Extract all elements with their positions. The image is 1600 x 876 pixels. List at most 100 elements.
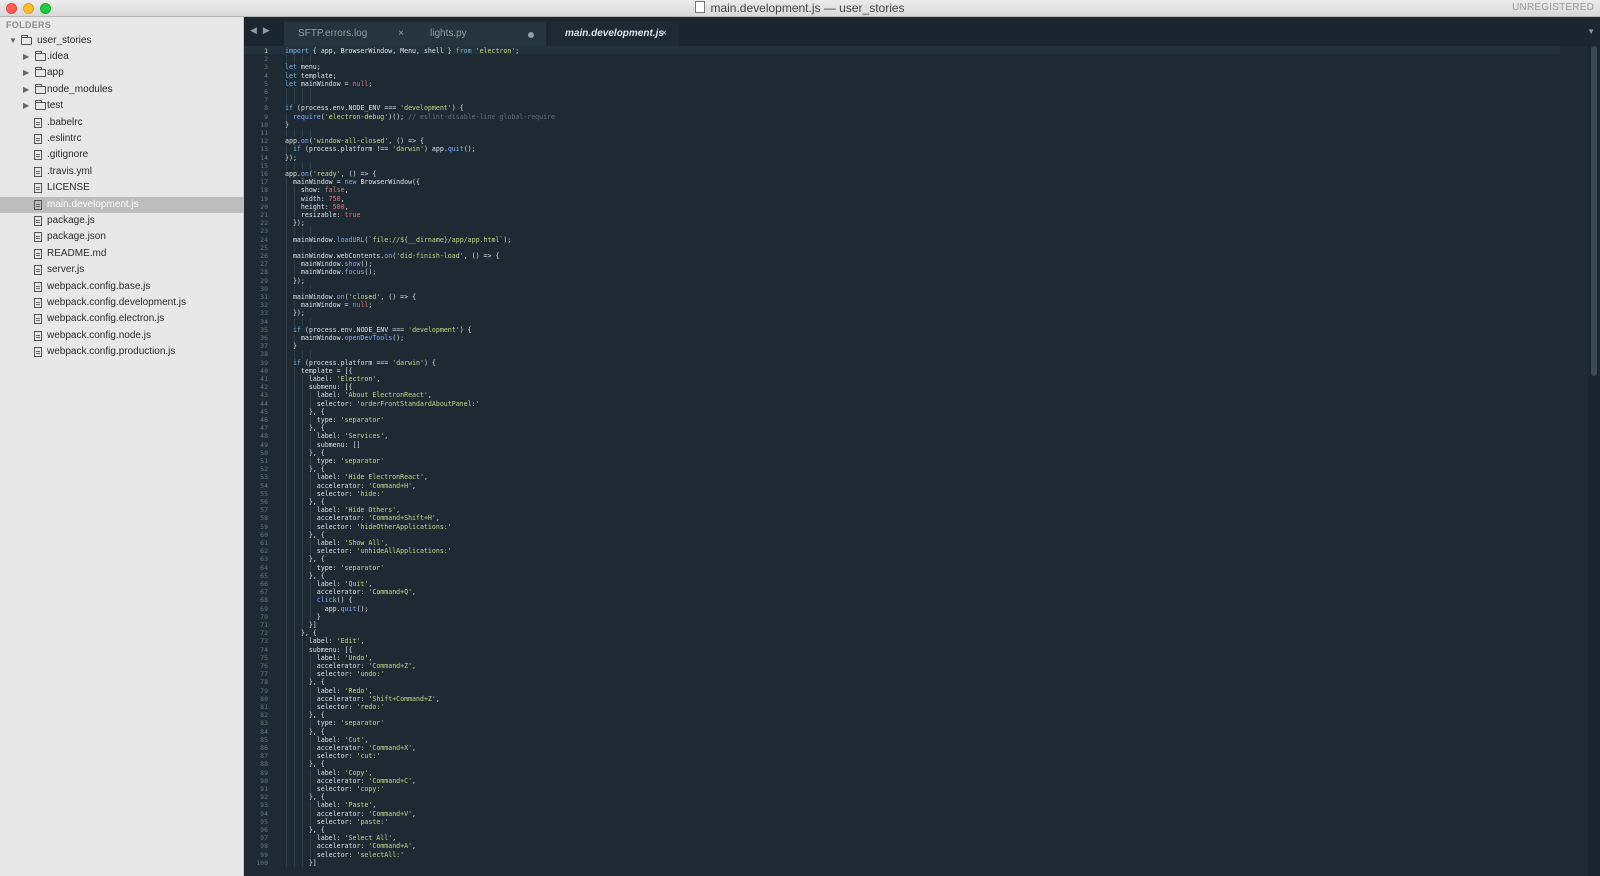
code-line[interactable]: width: 750, bbox=[285, 195, 345, 203]
code-line[interactable]: if (process.env.NODE_ENV === 'developmen… bbox=[285, 104, 464, 112]
code-line[interactable]: }, { bbox=[285, 826, 325, 834]
code-line[interactable]: label: 'Edit', bbox=[285, 637, 365, 645]
sidebar-item[interactable]: .gitignore bbox=[0, 147, 244, 163]
code-line[interactable]: label: 'About ElectronReact', bbox=[285, 391, 432, 399]
code-line[interactable]: app.on('window-all-closed', () => { bbox=[285, 137, 424, 145]
sidebar-item[interactable]: main.development.js bbox=[0, 196, 244, 213]
code-line[interactable]: accelerator: 'Command+V', bbox=[285, 810, 416, 818]
code-line[interactable]: label: 'Paste', bbox=[285, 801, 377, 809]
code-line[interactable]: } bbox=[285, 121, 289, 129]
code-line[interactable]: let mainWindow = null; bbox=[285, 80, 372, 88]
code-line[interactable]: if (process.platform !== 'darwin') app.q… bbox=[285, 145, 476, 153]
code-line[interactable]: }, { bbox=[285, 678, 325, 686]
code-line[interactable]: }, { bbox=[285, 728, 325, 736]
code-line[interactable]: submenu: [] bbox=[285, 441, 361, 449]
code-line[interactable]: show: false, bbox=[285, 186, 349, 194]
code-line[interactable]: accelerator: 'Command+A', bbox=[285, 842, 416, 850]
vertical-scrollbar[interactable] bbox=[1591, 46, 1597, 376]
code-line[interactable]: mainWindow.webContents.on('did-finish-lo… bbox=[285, 252, 499, 260]
code-line[interactable]: selector: 'hideOtherApplications:' bbox=[285, 523, 452, 531]
code-line[interactable]: label: 'Hide ElectronReact', bbox=[285, 473, 428, 481]
code-line[interactable]: mainWindow.show(); bbox=[285, 260, 372, 268]
code-line[interactable]: label: 'Select All', bbox=[285, 834, 396, 842]
code-line[interactable]: selector: 'cut:' bbox=[285, 752, 381, 760]
code-line[interactable]: submenu: [{ bbox=[285, 646, 353, 654]
disclosure-right-icon[interactable]: ▶ bbox=[23, 82, 29, 98]
code-line[interactable]: } bbox=[285, 613, 321, 621]
code-line[interactable]: }, { bbox=[285, 793, 325, 801]
code-line[interactable]: selector: 'redo:' bbox=[285, 703, 385, 711]
code-line[interactable]: height: 500, bbox=[285, 203, 349, 211]
sidebar-item[interactable]: ▶ app bbox=[0, 65, 244, 81]
sidebar-item[interactable]: webpack.config.base.js bbox=[0, 279, 244, 295]
code-line[interactable]: click() { bbox=[285, 596, 353, 604]
code-line[interactable]: accelerator: 'Command+Z', bbox=[285, 662, 416, 670]
disclosure-down-icon[interactable]: ▼ bbox=[9, 33, 17, 49]
code-line[interactable]: label: 'Copy', bbox=[285, 769, 373, 777]
code-line[interactable]: app.on('ready', () => { bbox=[285, 170, 376, 178]
code-line[interactable]: label: 'Electron', bbox=[285, 375, 380, 383]
disclosure-right-icon[interactable]: ▶ bbox=[23, 98, 29, 114]
code-line[interactable]: selector: 'hide:' bbox=[285, 490, 385, 498]
code-line[interactable]: label: 'Cut', bbox=[285, 736, 369, 744]
code-line[interactable]: }, { bbox=[285, 531, 325, 539]
code-line[interactable]: }, { bbox=[285, 408, 325, 416]
code-line[interactable]: } bbox=[285, 342, 297, 350]
code-line[interactable]: }); bbox=[285, 277, 305, 285]
code-line[interactable]: accelerator: 'Command+H', bbox=[285, 482, 416, 490]
disclosure-right-icon[interactable]: ▶ bbox=[23, 65, 29, 81]
code-line[interactable]: type: 'separator' bbox=[285, 719, 385, 727]
sidebar-item[interactable]: .eslintrc bbox=[0, 131, 244, 147]
code-line[interactable]: mainWindow.focus(); bbox=[285, 268, 376, 276]
code-line[interactable]: let menu; bbox=[285, 63, 321, 71]
sidebar-item[interactable]: ▶ test bbox=[0, 98, 244, 114]
code-line[interactable]: }, { bbox=[285, 629, 317, 637]
sidebar-item[interactable]: webpack.config.development.js bbox=[0, 295, 244, 311]
code-line[interactable]: if (process.env.NODE_ENV === 'developmen… bbox=[285, 326, 472, 334]
sidebar-item[interactable]: ▶ .idea bbox=[0, 49, 244, 65]
code-line[interactable]: }, { bbox=[285, 449, 325, 457]
sidebar-item[interactable]: webpack.config.electron.js bbox=[0, 311, 244, 327]
code-line[interactable]: resizable: true bbox=[285, 211, 361, 219]
sidebar-item[interactable]: webpack.config.production.js bbox=[0, 344, 244, 360]
sidebar-item[interactable]: LICENSE bbox=[0, 180, 244, 196]
code-line[interactable]: type: 'separator' bbox=[285, 457, 385, 465]
code-line[interactable]: selector: 'paste:' bbox=[285, 818, 388, 826]
code-line[interactable]: selector: 'copy:' bbox=[285, 785, 385, 793]
code-line[interactable]: }, { bbox=[285, 572, 325, 580]
code-line[interactable]: accelerator: 'Command+Q', bbox=[285, 588, 416, 596]
code-line[interactable]: if (process.platform === 'darwin') { bbox=[285, 359, 436, 367]
code-line[interactable]: }, { bbox=[285, 760, 325, 768]
code-line[interactable]: }, { bbox=[285, 498, 325, 506]
code-line[interactable]: accelerator: 'Command+X', bbox=[285, 744, 416, 752]
code-line[interactable]: accelerator: 'Command+Shift+H', bbox=[285, 514, 440, 522]
code-line[interactable]: label: 'Hide Others', bbox=[285, 506, 400, 514]
code-line[interactable]: import { app, BrowserWindow, Menu, shell… bbox=[285, 47, 519, 55]
code-line[interactable]: }, { bbox=[285, 711, 325, 719]
close-icon[interactable]: × bbox=[398, 22, 404, 46]
code-editor[interactable]: 1 2 3 4 5 6 7 8 9 10 11 12 13 14 15 16 17 18 19 20 21 22 23 24 2… bbox=[244, 46, 1600, 876]
sidebar-item[interactable]: ▼ user_stories bbox=[0, 33, 244, 49]
code-line[interactable]: mainWindow = new BrowserWindow({ bbox=[285, 178, 420, 186]
tab-sftp-errors-log[interactable]: SFTP.errors.log × bbox=[284, 22, 416, 46]
code-line[interactable]: }, { bbox=[285, 555, 325, 563]
code-line[interactable]: }, { bbox=[285, 465, 325, 473]
code-line[interactable]: }, { bbox=[285, 424, 325, 432]
code-line[interactable]: let template; bbox=[285, 72, 337, 80]
close-icon[interactable]: × bbox=[661, 22, 667, 46]
code-line[interactable]: type: 'separator' bbox=[285, 564, 385, 572]
code-line[interactable]: selector: 'selectAll:' bbox=[285, 851, 404, 859]
code-line[interactable]: require('electron-debug')(); // eslint-d… bbox=[285, 113, 555, 121]
code-line[interactable]: }); bbox=[285, 309, 305, 317]
code-line[interactable]: selector: 'orderFrontStandardAboutPanel:… bbox=[285, 400, 480, 408]
code-line[interactable]: label: 'Show All', bbox=[285, 539, 388, 547]
sidebar-item[interactable]: ▶ node_modules bbox=[0, 82, 244, 98]
code-line[interactable]: accelerator: 'Command+C', bbox=[285, 777, 416, 785]
code-line[interactable]: submenu: [{ bbox=[285, 383, 353, 391]
sidebar-item[interactable]: server.js bbox=[0, 262, 244, 278]
tab-menu-icon[interactable]: ▼ bbox=[1587, 27, 1595, 36]
code-line[interactable]: mainWindow.on('closed', () => { bbox=[285, 293, 416, 301]
code-line[interactable]: label: 'Undo', bbox=[285, 654, 373, 662]
code-line[interactable]: type: 'separator' bbox=[285, 416, 385, 424]
code-line[interactable]: mainWindow.openDevTools(); bbox=[285, 334, 404, 342]
